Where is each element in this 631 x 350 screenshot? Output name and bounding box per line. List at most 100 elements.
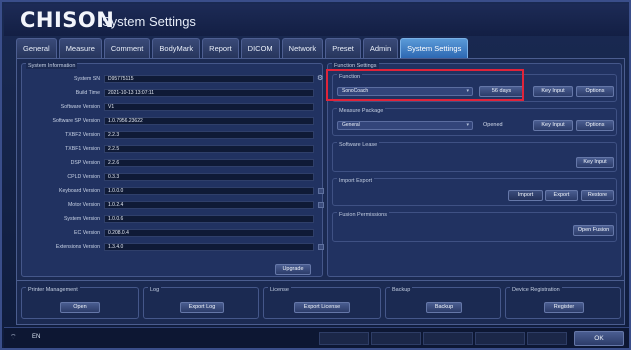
- export-log-button[interactable]: Export Log: [180, 302, 224, 313]
- info-row: Motor Version 1.0.2.4: [26, 200, 324, 209]
- measure-key-input-button[interactable]: Key Input: [533, 120, 573, 131]
- info-label: Motor Version: [67, 201, 100, 208]
- log-title: Log: [148, 287, 162, 293]
- fusion-permissions-group: Fusion Permissions Open Fusion: [332, 212, 617, 242]
- page-title: System Settings: [102, 14, 196, 29]
- info-label: Software SP Version: [52, 117, 100, 124]
- measure-package-value: General: [342, 122, 360, 128]
- backup-button[interactable]: Backup: [426, 302, 462, 313]
- backup-panel: Backup Backup: [385, 287, 501, 319]
- info-value: 1.0.7956.23622: [104, 116, 314, 125]
- days-button[interactable]: 56 days: [479, 86, 524, 97]
- info-label: Build Time: [75, 89, 100, 96]
- tab-preset[interactable]: Preset: [325, 38, 361, 58]
- tab-general[interactable]: General: [16, 38, 57, 58]
- info-label: Keyboard Version: [59, 187, 100, 194]
- language-indicator: EN: [32, 334, 41, 340]
- tab-dicom[interactable]: DICOM: [240, 38, 280, 58]
- import-export-group: Import Export Import Export Restore: [332, 178, 617, 206]
- license-panel: License Export License: [263, 287, 381, 319]
- function-options-button[interactable]: Options: [576, 86, 614, 97]
- info-label: System SN: [74, 75, 100, 82]
- info-label: EC Version: [74, 229, 100, 236]
- log-panel: Log Export Log: [143, 287, 259, 319]
- measure-options-button[interactable]: Options: [576, 120, 614, 131]
- software-lease-title: Software Lease: [337, 142, 380, 148]
- brand-logo: CHISON: [20, 8, 115, 32]
- settings-icon[interactable]: ⚙: [317, 75, 325, 83]
- info-row: Software Version V1: [26, 102, 314, 111]
- status-slot: [475, 332, 525, 345]
- tab-bodymark[interactable]: BodyMark: [152, 38, 201, 58]
- bottom-panels: Printer Management Open Log Export Log L…: [16, 281, 625, 325]
- info-row: TXBF2 Version 2.2.3: [26, 130, 314, 139]
- import-export-title: Import Export: [337, 178, 375, 184]
- info-value: 1.0.2.4: [104, 200, 314, 209]
- tab-network[interactable]: Network: [281, 38, 324, 58]
- chevron-down-icon: ▾: [466, 122, 469, 128]
- info-row: System SN D95775115 ⚙: [26, 74, 325, 83]
- upgrade-button[interactable]: Upgrade: [275, 264, 311, 275]
- fusion-permissions-title: Fusion Permissions: [337, 212, 389, 218]
- system-information-title: System Information: [26, 63, 78, 69]
- open-fusion-button[interactable]: Open Fusion: [573, 225, 614, 236]
- measure-package-select[interactable]: General ▾: [337, 121, 473, 130]
- extensions-checkbox[interactable]: [318, 243, 324, 250]
- info-row: DSP Version 2.2.6: [26, 158, 314, 167]
- function-settings-panel: Function Settings Function SonoCoach ▾ 5…: [327, 63, 622, 277]
- info-value: V1: [104, 102, 314, 111]
- device-registration-title: Device Registration: [510, 287, 562, 293]
- measure-package-group: Measure Package General ▾ Opened Key Inp…: [332, 108, 617, 136]
- printer-management-panel: Printer Management Open: [21, 287, 139, 319]
- measure-package-title: Measure Package: [337, 108, 386, 114]
- function-select-value: SonoCoach: [342, 88, 369, 94]
- info-value: 2021-10-13 13:07:11: [104, 88, 314, 97]
- status-slot: [423, 332, 473, 345]
- chevron-down-icon: ▾: [466, 88, 469, 94]
- tab-comment[interactable]: Comment: [103, 38, 151, 58]
- info-label: Extensions Version: [55, 243, 100, 250]
- tab-admin[interactable]: Admin: [362, 38, 399, 58]
- info-row: Software SP Version 1.0.7956.23622: [26, 116, 314, 125]
- info-row: Keyboard Version 1.0.0.0: [26, 186, 324, 195]
- printer-management-title: Printer Management: [26, 287, 80, 293]
- function-title: Function: [337, 74, 363, 80]
- device-registration-panel: Device Registration Register: [505, 287, 621, 319]
- keyboard-checkbox[interactable]: [318, 187, 324, 194]
- printer-open-button[interactable]: Open: [60, 302, 100, 313]
- tab-system-settings[interactable]: System Settings: [400, 38, 469, 58]
- function-key-input-button[interactable]: Key Input: [533, 86, 573, 97]
- info-value: 2.2.5: [104, 144, 314, 153]
- info-row: System Version 1.0.0.6: [26, 214, 314, 223]
- function-select[interactable]: SonoCoach ▾: [337, 87, 473, 96]
- status-slot: [527, 332, 567, 345]
- restore-button[interactable]: Restore: [581, 190, 614, 201]
- title-bar: CHISON System Settings: [4, 4, 629, 36]
- export-button[interactable]: Export: [545, 190, 578, 201]
- motor-checkbox[interactable]: [318, 201, 324, 208]
- info-label: DSP Version: [70, 159, 100, 166]
- status-slot: [371, 332, 421, 345]
- info-value: D95775115: [104, 74, 314, 83]
- tab-report[interactable]: Report: [202, 38, 239, 58]
- info-value: 0.208.0.4: [104, 228, 314, 237]
- info-row: CPLD Version 0.3.3: [26, 172, 314, 181]
- lease-key-input-button[interactable]: Key Input: [576, 157, 614, 168]
- import-button[interactable]: Import: [508, 190, 543, 201]
- info-row: Build Time 2021-10-13 13:07:11: [26, 88, 314, 97]
- tab-measure[interactable]: Measure: [58, 38, 102, 58]
- status-bar: ⌔ EN OK: [4, 327, 629, 348]
- info-label: System Version: [63, 215, 100, 222]
- info-row: EC Version 0.208.0.4: [26, 228, 314, 237]
- software-lease-group: Software Lease Key Input: [332, 142, 617, 172]
- license-title: License: [268, 287, 291, 293]
- info-label: TXBF1 Version: [65, 145, 100, 152]
- info-label: TXBF2 Version: [65, 131, 100, 138]
- ok-button[interactable]: OK: [574, 331, 624, 346]
- info-row: TXBF1 Version 2.2.5: [26, 144, 314, 153]
- info-row: Extensions Version 1.3.4.0: [26, 242, 324, 251]
- export-license-button[interactable]: Export License: [294, 302, 350, 313]
- info-value: 1.0.0.0: [104, 186, 314, 195]
- screen: CHISON System Settings General Measure C…: [0, 0, 631, 350]
- register-button[interactable]: Register: [544, 302, 584, 313]
